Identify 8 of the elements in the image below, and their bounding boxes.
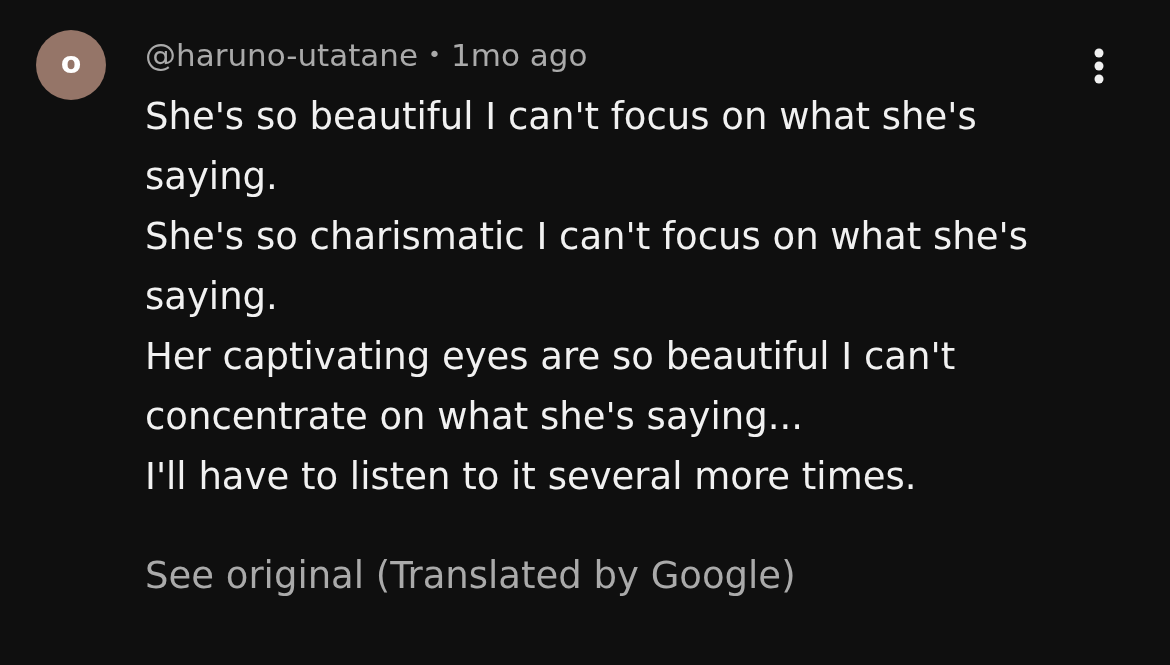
author-handle[interactable]: @haruno-utatane <box>145 30 419 80</box>
comment-text: She's so beautiful I can't focus on what she's saying. She's so charismatic I can't focus on what she's saying. Her captivating eyes are so beautiful I can't concentrate on what she's saying... I'll have to listen to it several more times. <box>145 94 1029 500</box>
avatar: o <box>36 30 106 100</box>
more-button[interactable] <box>1092 47 1106 85</box>
comment-time: 1mo ago <box>451 36 588 75</box>
see-original-link[interactable]: See original (Translated by Google) <box>145 546 796 606</box>
separator-dot: • <box>428 41 442 69</box>
more-vertical-icon <box>1094 48 1104 84</box>
